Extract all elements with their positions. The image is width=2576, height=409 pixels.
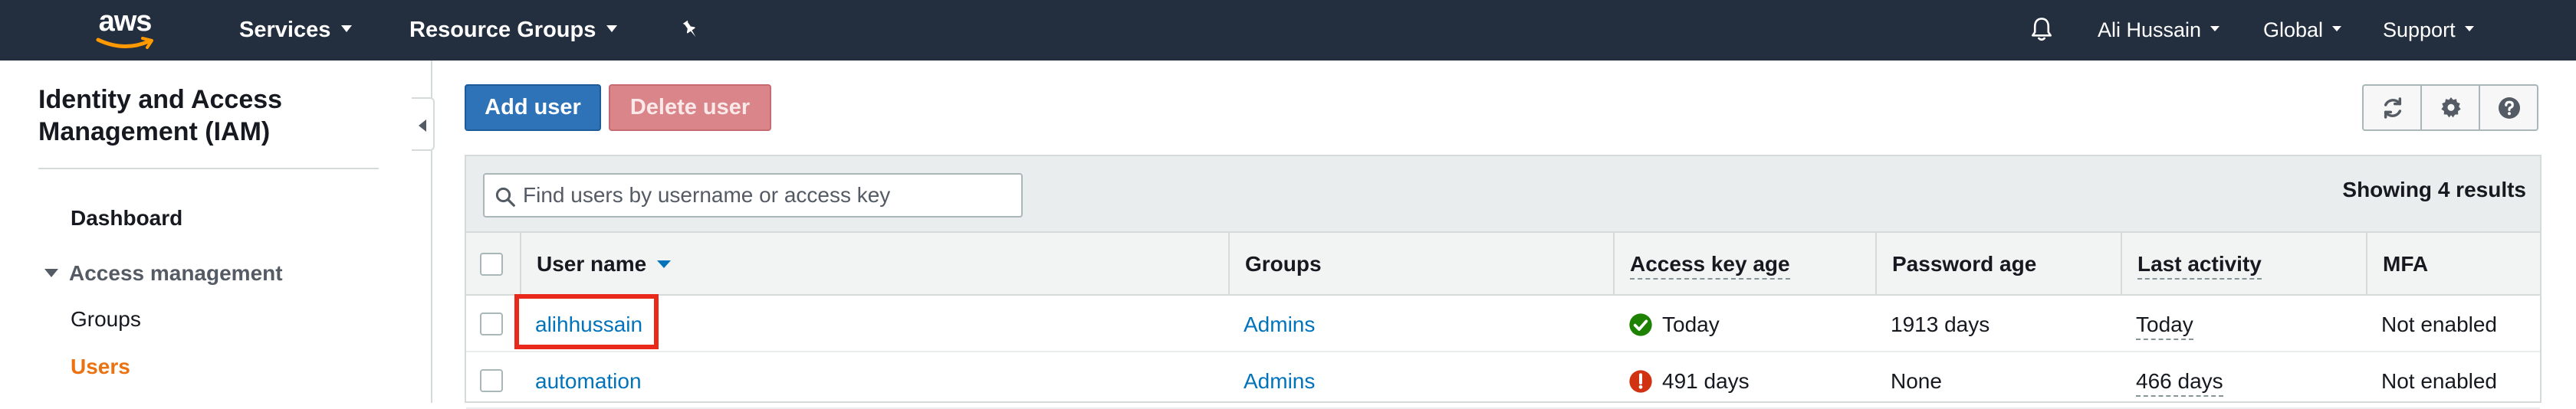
table-filter-bar: Showing 4 results [466,156,2540,233]
table-row[interactable]: automation Admins 491 days None 466 days… [466,354,2540,409]
delete-user-button[interactable]: Delete user [609,84,771,131]
password-age-cell: None [1891,369,1942,393]
highlight-box [514,294,659,349]
user-menu[interactable]: Ali Hussain [2098,0,2220,61]
caret-down-icon [44,269,58,278]
results-count: Showing 4 results [2342,178,2526,201]
access-key-age-cell: 491 days [1628,354,1750,409]
support-label: Support [2383,18,2456,41]
gear-icon [2441,97,2461,118]
group-link[interactable]: Admins [1244,354,1315,409]
sidebar-section-access-management[interactable]: Access management [44,261,283,286]
sidebar-divider [38,168,379,169]
access-key-age-value: Today [1662,312,1720,336]
region-menu[interactable]: Global [2263,0,2342,61]
last-activity-value: Today [2136,311,2193,341]
chevron-down-icon [2210,26,2220,32]
sidebar-section-label: Access management [69,261,283,285]
aws-smile-icon [96,37,153,49]
search-input[interactable] [523,181,1014,210]
last-activity-value: 466 days [2136,368,2223,398]
help-icon [2499,97,2520,119]
last-activity-cell[interactable]: Today [2136,297,2193,352]
mfa-cell: Not enabled [2381,312,2498,336]
table-row[interactable]: alihhussain Admins Today 1913 days Today… [466,297,2540,352]
support-menu[interactable]: Support [2383,0,2474,61]
column-header-groups[interactable]: Groups [1228,233,1613,296]
column-header-password-age[interactable]: Password age [1875,233,2121,296]
chevron-down-icon [2332,26,2342,32]
table-header-row: User name Groups Access key age Password… [466,233,2540,296]
search-icon [495,187,515,207]
help-button[interactable] [2479,84,2538,131]
resource-groups-menu[interactable]: Resource Groups [409,0,618,61]
row-checkbox[interactable] [480,312,503,335]
access-key-age-cell: Today [1628,297,1720,352]
user-label: Ali Hussain [2098,18,2202,41]
sort-descending-icon [657,260,672,268]
refresh-icon [2384,97,2402,119]
column-header-label: MFA [2383,252,2429,276]
sidebar-item-groups[interactable]: Groups [71,307,141,332]
column-header-username[interactable]: User name [520,233,1228,296]
aws-logo-text: aws [98,5,153,38]
group-link[interactable]: Admins [1244,297,1315,352]
select-all-cell [466,233,520,296]
access-key-age-value: 491 days [1662,369,1750,393]
search-field[interactable] [483,173,1023,218]
top-navigation-bar: aws Services Resource Groups Ali Hussain… [0,0,2576,61]
password-age-cell: 1913 days [1891,312,1990,336]
aws-logo[interactable]: aws [90,6,159,54]
region-label: Global [2263,18,2324,41]
sidebar-item-users[interactable]: Users [71,355,130,379]
pin-icon[interactable] [679,18,702,45]
refresh-button[interactable] [2362,84,2422,131]
check-circle-icon [1629,312,1652,336]
column-header-label: Groups [1245,252,1322,276]
row-checkbox[interactable] [480,369,503,392]
last-activity-cell[interactable]: 466 days [2136,354,2223,409]
bell-icon[interactable] [2028,15,2055,48]
warning-circle-icon [1629,369,1652,393]
add-user-button[interactable]: Add user [465,84,601,131]
sidebar-collapse-button[interactable] [412,97,435,151]
username-link[interactable]: automation [535,354,642,409]
column-header-label: Password age [1892,252,2037,276]
column-header-label: Access key age [1630,250,1790,280]
chevron-down-icon [341,25,353,32]
column-header-label: User name [537,252,647,276]
sidebar-item-dashboard[interactable]: Dashboard [71,206,182,231]
caret-left-icon [419,119,426,132]
column-header-mfa[interactable]: MFA [2366,233,2542,296]
sidebar-title: Identity and Access Management (IAM) [38,85,283,146]
resource-groups-label: Resource Groups [409,18,596,42]
chevron-down-icon [606,25,618,32]
settings-button[interactable] [2420,84,2480,131]
select-all-checkbox[interactable] [480,253,503,276]
services-label: Services [239,18,331,42]
mfa-cell: Not enabled [2381,369,2498,393]
column-header-last-activity[interactable]: Last activity [2121,233,2366,296]
users-table: Showing 4 results User name Groups Acces… [465,155,2542,409]
chevron-down-icon [2464,26,2474,32]
sidebar: Identity and Access Management (IAM) Das… [0,61,435,403]
column-header-label: Last activity [2137,250,2262,280]
services-menu[interactable]: Services [239,0,353,61]
column-header-access-key-age[interactable]: Access key age [1613,233,1875,296]
